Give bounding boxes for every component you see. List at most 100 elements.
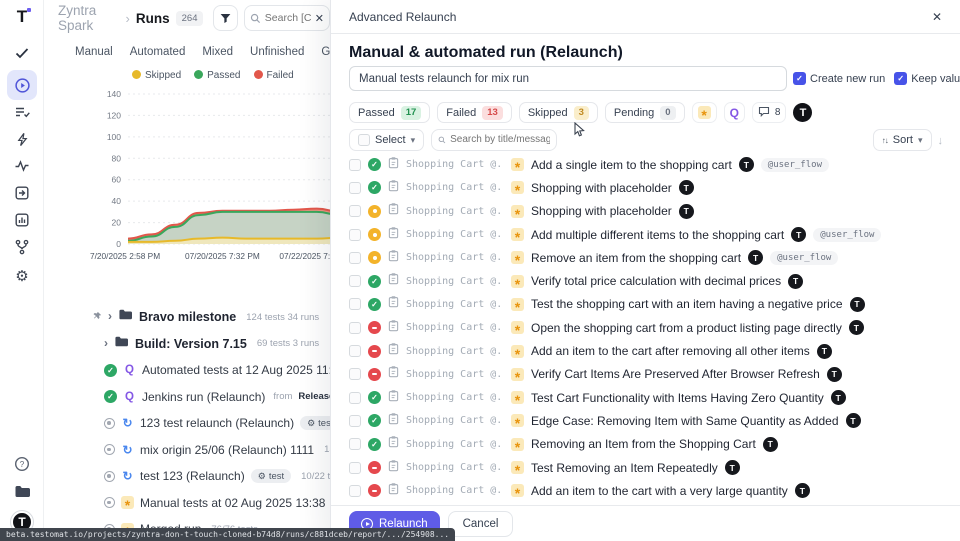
projects-folder-icon[interactable] bbox=[14, 484, 31, 504]
filter-failed-pill[interactable]: Failed13 bbox=[437, 102, 512, 123]
row-checkbox[interactable] bbox=[349, 322, 361, 334]
test-row[interactable]: Shopping Cart @...Remove an item from th… bbox=[349, 246, 939, 269]
run-name-input[interactable] bbox=[349, 66, 787, 91]
sidebar-item-settings[interactable]: ⚙ bbox=[0, 263, 44, 290]
row-checkbox[interactable] bbox=[349, 368, 361, 380]
select-dropdown[interactable]: Select bbox=[349, 129, 424, 151]
run-row[interactable]: 123 test relaunch (Relaunch)test15/23 te… bbox=[90, 410, 368, 437]
row-checkbox[interactable] bbox=[349, 159, 361, 171]
test-row[interactable]: Shopping Cart @...Test Removing an Item … bbox=[349, 456, 939, 479]
filter-passed-pill[interactable]: Passed17 bbox=[349, 102, 430, 123]
run-row[interactable]: Automated tests at 12 Aug 2025 11:08 (Re… bbox=[90, 357, 368, 384]
row-checkbox[interactable] bbox=[349, 438, 361, 450]
create-new-run-checkbox[interactable]: Create new run bbox=[793, 72, 885, 85]
test-row[interactable]: Shopping Cart @...Verify total price cal… bbox=[349, 269, 939, 292]
test-title[interactable]: Add multiple different items to the shop… bbox=[531, 228, 784, 242]
test-row[interactable]: Shopping Cart @...Test Cart Functionalit… bbox=[349, 386, 939, 409]
tests-search[interactable] bbox=[431, 129, 557, 151]
run-row[interactable]: mix origin 25/06 (Relaunch) 111115/33 te… bbox=[90, 437, 368, 464]
run-row[interactable]: test 123 (Relaunch)test10/22 tests bbox=[90, 463, 368, 490]
test-row[interactable]: Shopping Cart @...Edge Case: Removing It… bbox=[349, 409, 939, 432]
sidebar-item-export[interactable] bbox=[0, 182, 44, 209]
tab-mixed[interactable]: Mixed bbox=[202, 46, 233, 58]
row-checkbox[interactable] bbox=[349, 462, 361, 474]
test-title[interactable]: Open the shopping cart from a product li… bbox=[531, 321, 842, 335]
tests-search-input[interactable] bbox=[450, 134, 550, 145]
test-row[interactable]: Shopping Cart @...Test the shopping cart… bbox=[349, 293, 939, 316]
test-title[interactable]: Add an item to the cart with a very larg… bbox=[531, 484, 788, 498]
cancel-button[interactable]: Cancel bbox=[448, 511, 514, 537]
filter-pending-pill[interactable]: Pending0 bbox=[605, 102, 685, 123]
filter-manual-pill[interactable] bbox=[692, 102, 717, 123]
clear-search-icon[interactable] bbox=[315, 12, 324, 25]
filter-button[interactable] bbox=[213, 5, 237, 31]
test-row[interactable]: Shopping Cart @...Removing an Item from … bbox=[349, 433, 939, 456]
header-search-input[interactable] bbox=[265, 12, 311, 24]
test-row[interactable]: Shopping Cart @...Shopping with placehol… bbox=[349, 176, 939, 199]
test-row[interactable]: Shopping Cart @...Add multiple different… bbox=[349, 223, 939, 246]
test-title[interactable]: Test the shopping cart with an item havi… bbox=[531, 297, 843, 311]
test-row[interactable]: Shopping Cart @...Add an item to the car… bbox=[349, 339, 939, 362]
test-title[interactable]: Edge Case: Removing Item with Same Quant… bbox=[531, 414, 839, 428]
run-row[interactable]: Jenkins run (Relaunch)fromRelease Run 1.… bbox=[90, 384, 368, 411]
test-row[interactable]: Shopping Cart @...Open the shopping cart… bbox=[349, 316, 939, 339]
test-title[interactable]: Test Cart Functionality with Items Havin… bbox=[531, 391, 824, 405]
sidebar-item-analytics[interactable] bbox=[0, 155, 44, 182]
folder-name[interactable]: Build: Version 7.15 bbox=[135, 337, 247, 351]
test-row[interactable]: Shopping Cart @...Add an item to the car… bbox=[349, 479, 939, 502]
test-row[interactable]: Shopping Cart @...Verify Cart Items Are … bbox=[349, 363, 939, 386]
test-title[interactable]: Removing an Item from the Shopping Cart bbox=[531, 437, 756, 451]
sidebar-item-runs[interactable] bbox=[0, 69, 44, 101]
tab-unfinished[interactable]: Unfinished bbox=[250, 46, 304, 58]
sidebar-item-pulse[interactable] bbox=[0, 128, 44, 155]
test-title[interactable]: Add a single item to the shopping cart bbox=[531, 158, 732, 172]
row-checkbox[interactable] bbox=[349, 345, 361, 357]
checkbox-checked-icon[interactable] bbox=[793, 72, 806, 85]
run-title[interactable]: Manual tests at 02 Aug 2025 13:38 bbox=[140, 496, 325, 510]
assignee-avatar[interactable]: T bbox=[793, 103, 812, 122]
header-search[interactable] bbox=[244, 5, 330, 31]
filter-comments-pill[interactable]: 8 bbox=[752, 102, 787, 123]
sort-dropdown[interactable]: Sort bbox=[873, 129, 932, 151]
chevron-right-icon[interactable]: › bbox=[104, 336, 108, 350]
test-row[interactable]: Shopping Cart @...Add a single item to t… bbox=[349, 153, 939, 176]
row-checkbox[interactable] bbox=[349, 485, 361, 497]
runs-folder-row[interactable]: ›Bravo milestone124 tests 34 runs bbox=[90, 304, 368, 331]
close-icon[interactable] bbox=[932, 10, 942, 24]
filter-automated-pill[interactable] bbox=[724, 102, 745, 123]
row-checkbox[interactable] bbox=[349, 415, 361, 427]
test-title[interactable]: Add an item to the cart after removing a… bbox=[531, 344, 810, 358]
row-checkbox[interactable] bbox=[349, 229, 361, 241]
test-title[interactable]: Remove an item from the shopping cart bbox=[531, 251, 741, 265]
breadcrumb-project[interactable]: Zyntra Spark bbox=[58, 3, 120, 33]
help-icon[interactable]: ? bbox=[14, 456, 30, 477]
sidebar-item-plans[interactable] bbox=[0, 101, 44, 128]
sidebar-item-tests[interactable] bbox=[0, 42, 44, 69]
select-all-checkbox[interactable] bbox=[358, 134, 370, 146]
tab-automated[interactable]: Automated bbox=[130, 46, 186, 58]
row-checkbox[interactable] bbox=[349, 275, 361, 287]
runs-folder-row[interactable]: ›Build: Version 7.1569 tests 3 runs bbox=[90, 331, 368, 358]
tab-manual[interactable]: Manual bbox=[75, 46, 113, 58]
download-icon[interactable] bbox=[938, 131, 944, 149]
row-checkbox[interactable] bbox=[349, 182, 361, 194]
run-title[interactable]: 123 test relaunch (Relaunch) bbox=[140, 416, 294, 430]
row-checkbox[interactable] bbox=[349, 298, 361, 310]
checkbox-checked-icon[interactable] bbox=[894, 72, 907, 85]
chevron-right-icon[interactable]: › bbox=[108, 309, 112, 323]
run-title[interactable]: mix origin 25/06 (Relaunch) 1111 bbox=[140, 443, 314, 457]
keep-values-checkbox[interactable]: Keep values bbox=[894, 72, 960, 85]
test-title[interactable]: Test Removing an Item Repeatedly bbox=[531, 461, 718, 475]
test-title[interactable]: Verify Cart Items Are Preserved After Br… bbox=[531, 367, 820, 381]
run-row[interactable]: Manual tests at 02 Aug 2025 13:38fromCus… bbox=[90, 490, 368, 517]
sidebar-item-reports[interactable] bbox=[0, 209, 44, 236]
test-title[interactable]: Shopping with placeholder bbox=[531, 204, 672, 218]
sidebar-item-branches[interactable] bbox=[0, 236, 44, 263]
app-logo-icon[interactable] bbox=[0, 0, 44, 34]
breadcrumb-section[interactable]: Runs bbox=[136, 11, 170, 26]
run-title[interactable]: Jenkins run (Relaunch) bbox=[142, 390, 265, 404]
test-title[interactable]: Shopping with placeholder bbox=[531, 181, 672, 195]
filter-skipped-pill[interactable]: Skipped3 bbox=[519, 102, 598, 123]
row-checkbox[interactable] bbox=[349, 205, 361, 217]
row-checkbox[interactable] bbox=[349, 252, 361, 264]
